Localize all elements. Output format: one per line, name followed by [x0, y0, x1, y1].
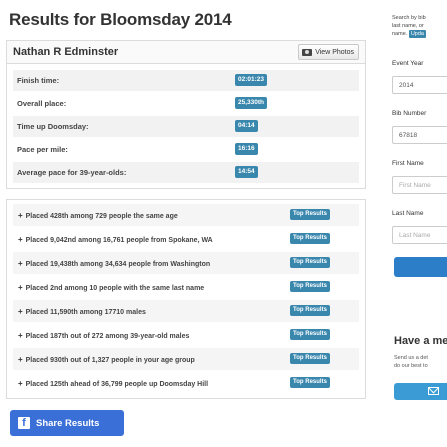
- view-photos-button[interactable]: View Photos: [298, 44, 359, 60]
- last-name-field[interactable]: [392, 226, 447, 244]
- placing-label: Placed 2nd among 10 people with the same…: [25, 285, 205, 292]
- share-results-label: Share Results: [36, 417, 100, 429]
- top-results-button[interactable]: Top Results: [290, 305, 330, 316]
- placing-label: Placed 187th out of 272 among 39-year-ol…: [25, 333, 190, 340]
- plus-icon: +: [18, 307, 23, 316]
- promo-text-line: Send us a det: [394, 355, 428, 361]
- stat-label: Average pace for 39-year-olds:: [17, 168, 127, 177]
- top-results-button[interactable]: Top Results: [290, 209, 330, 220]
- stat-row-overall-place: Overall place: 25,330th: [13, 93, 359, 114]
- search-intro-line: last name, or: [392, 23, 424, 29]
- placing-text: + Placed 187th out of 272 among 39-year-…: [18, 331, 189, 340]
- search-sidebar: Search by bib last name, or name. Upda E…: [390, 0, 447, 447]
- promo-heading: Have a me: [394, 335, 447, 347]
- page-title: Results for Bloomsday 2014: [9, 10, 232, 29]
- placing-row: + Placed 9,042nd among 16,761 people fro…: [13, 228, 359, 250]
- first-name-field[interactable]: [392, 176, 447, 194]
- placing-row: + Placed 11,590th among 17710 males Top …: [13, 300, 359, 322]
- placing-row: + Placed 930th out of 1,327 people in yo…: [13, 348, 359, 370]
- plus-icon: +: [18, 235, 23, 244]
- stat-value-badge: 14:54: [235, 166, 258, 178]
- promo-text-line: do our best to: [394, 363, 428, 369]
- stat-label: Overall place:: [17, 99, 67, 108]
- placing-label: Placed 125th ahead of 36,799 people up D…: [25, 381, 209, 388]
- top-results-button[interactable]: Top Results: [290, 377, 330, 388]
- top-results-button[interactable]: Top Results: [290, 329, 330, 340]
- stat-value-badge: 02:01:23: [235, 74, 268, 86]
- plus-icon: +: [18, 259, 23, 268]
- stat-value-badge: 16:16: [235, 143, 258, 155]
- placing-row: + Placed 428th among 729 people the same…: [13, 204, 359, 226]
- plus-icon: +: [18, 331, 23, 340]
- placing-label: Placed 428th among 729 people the same a…: [25, 213, 178, 220]
- share-results-button[interactable]: f Share Results: [10, 410, 124, 436]
- camera-icon: [302, 48, 313, 56]
- placing-text: + Placed 11,590th among 17710 males: [18, 307, 146, 316]
- placings-list: + Placed 428th among 729 people the same…: [6, 199, 366, 399]
- placing-label: Placed 11,590th among 17710 males: [25, 309, 146, 316]
- placing-text: + Placed 19,438th among 34,634 people fr…: [18, 259, 210, 268]
- search-intro-line: Search by bib: [392, 15, 426, 21]
- stat-label: Time up Doomsday:: [17, 122, 89, 131]
- stats-table: Finish time: 02:01:23 Overall place: 25,…: [6, 64, 366, 189]
- placing-text: + Placed 428th among 729 people the same…: [18, 211, 178, 220]
- placing-row: + Placed 2nd among 10 people with the sa…: [13, 276, 359, 298]
- event-year-label: Event Year: [392, 60, 424, 67]
- search-intro-line: name. Upda: [392, 30, 447, 38]
- stat-row-finish-time: Finish time: 02:01:23: [13, 70, 359, 91]
- placing-label: Placed 19,438th among 34,634 people from…: [25, 261, 211, 268]
- view-photos-label: View Photos: [315, 48, 354, 56]
- top-results-button[interactable]: Top Results: [290, 233, 330, 244]
- event-year-field[interactable]: [392, 76, 447, 94]
- placing-row: + Placed 125th ahead of 36,799 people up…: [13, 372, 359, 394]
- plus-icon: +: [18, 379, 23, 388]
- stat-row-pace-per-mile: Pace per mile: 16:16: [13, 139, 359, 160]
- bib-number-label: Bib Number: [392, 110, 427, 117]
- stat-value-badge: 25,330th: [235, 97, 268, 109]
- search-intro-text: name.: [392, 31, 408, 37]
- placing-row: + Placed 19,438th among 34,634 people fr…: [13, 252, 359, 274]
- update-badge: Upda: [408, 30, 426, 38]
- email-button[interactable]: [394, 383, 447, 400]
- last-name-label: Last Name: [392, 210, 424, 217]
- stat-value-badge: 04:14: [235, 120, 258, 132]
- mail-icon: [428, 387, 439, 395]
- placing-text: + Placed 930th out of 1,327 people in yo…: [18, 355, 195, 364]
- placing-label: Placed 9,042nd among 16,761 people from …: [25, 237, 213, 244]
- runner-header: Nathan R Edminster View Photos: [6, 40, 366, 64]
- facebook-icon: f: [18, 417, 30, 429]
- stat-row-average-pace: Average pace for 39-year-olds: 14:54: [13, 162, 359, 183]
- placing-text: + Placed 9,042nd among 16,761 people fro…: [18, 235, 213, 244]
- plus-icon: +: [18, 355, 23, 364]
- stat-row-time-up-doomsday: Time up Doomsday: 04:14: [13, 116, 359, 137]
- top-results-button[interactable]: Top Results: [290, 257, 330, 268]
- top-results-button[interactable]: Top Results: [290, 353, 330, 364]
- runner-name: Nathan R Edminster: [13, 46, 119, 58]
- placing-row: + Placed 187th out of 272 among 39-year-…: [13, 324, 359, 346]
- placing-label: Placed 930th out of 1,327 people in your…: [25, 357, 195, 364]
- plus-icon: +: [18, 211, 23, 220]
- bib-number-field[interactable]: [392, 126, 447, 144]
- search-intro: Search by bib last name, or name. Upda: [392, 14, 447, 38]
- plus-icon: +: [18, 283, 23, 292]
- stat-label: Finish time:: [17, 76, 60, 85]
- stat-label: Pace per mile:: [17, 145, 68, 154]
- first-name-label: First Name: [392, 160, 424, 167]
- search-button[interactable]: [394, 257, 447, 277]
- promo-text: Send us a det do our best to: [394, 354, 447, 370]
- placing-text: + Placed 125th ahead of 36,799 people up…: [18, 379, 208, 388]
- results-panel: Nathan R Edminster View Photos Finish ti…: [6, 40, 366, 399]
- top-results-button[interactable]: Top Results: [290, 281, 330, 292]
- placing-text: + Placed 2nd among 10 people with the sa…: [18, 283, 204, 292]
